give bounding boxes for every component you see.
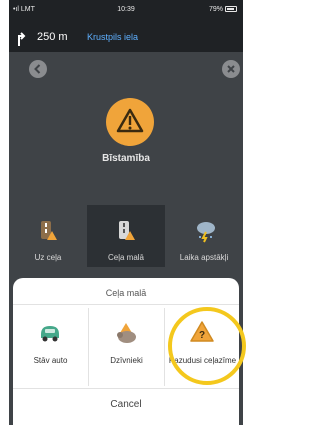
- divider: [13, 388, 239, 389]
- close-button[interactable]: [222, 60, 240, 78]
- street-label: Krustpils iela: [87, 32, 139, 42]
- category-roadside[interactable]: Ceļa malā: [87, 205, 165, 267]
- chevron-left-icon: [34, 64, 41, 74]
- status-time: 10:39: [117, 6, 135, 13]
- option-label: Dzīvnieki: [110, 356, 143, 365]
- roadside-hazard-icon: [119, 221, 135, 240]
- category-row: Uz ceļa Ceļa malā Laika apstākļi: [9, 205, 243, 267]
- divider: [13, 304, 239, 305]
- navigation-bar[interactable]: 250 m Krustpils iela: [9, 24, 243, 52]
- status-bar: •ıl LMT 10:39 79%: [9, 0, 243, 24]
- category-label: Ceļa malā: [107, 253, 144, 262]
- alert-title: Bīstamība: [102, 153, 150, 164]
- highlight-circle: [168, 307, 246, 385]
- option-label: Stāv auto: [33, 356, 68, 365]
- back-button[interactable]: [29, 60, 47, 78]
- category-on-road[interactable]: Uz ceļa: [9, 205, 87, 267]
- battery-icon: [225, 6, 237, 12]
- distance-label: 250 m: [37, 31, 68, 43]
- animal-icon: [117, 323, 136, 343]
- category-label: Uz ceļa: [34, 253, 62, 262]
- category-weather[interactable]: Laika apstākļi: [165, 205, 243, 267]
- turn-arrow-icon: [18, 32, 26, 46]
- stopped-car-icon: [41, 326, 59, 342]
- battery-label: 79%: [209, 6, 237, 13]
- close-icon: [227, 65, 235, 73]
- sheet-title: Ceļa malā: [105, 288, 147, 298]
- road-hazard-icon: [41, 221, 57, 240]
- cancel-button[interactable]: Cancel: [13, 399, 239, 410]
- category-label: Laika apstākļi: [179, 253, 229, 262]
- hazard-icon: [106, 98, 154, 146]
- option-stopped-car[interactable]: Stāv auto: [13, 308, 88, 388]
- weather-icon: [197, 222, 215, 243]
- option-animals[interactable]: Dzīvnieki: [89, 308, 164, 388]
